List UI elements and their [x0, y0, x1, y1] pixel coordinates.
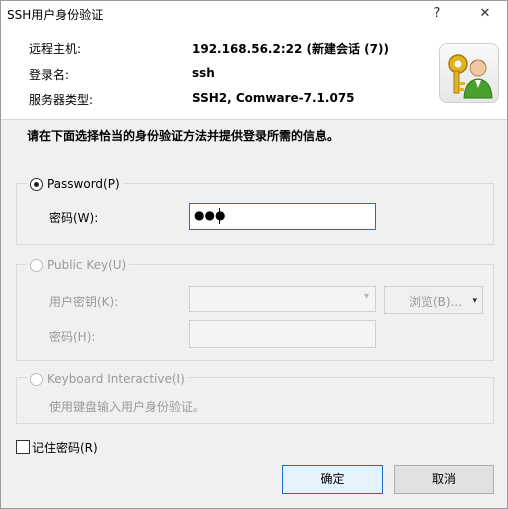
- user-key-label: 用户密钥(K):: [49, 295, 119, 309]
- dropdown-arrow-icon: ▾: [472, 296, 477, 306]
- password-field-label: 密码(W):: [49, 211, 99, 225]
- user-key-select[interactable]: ▾: [189, 286, 376, 312]
- ssh-auth-dialog: SSH用户身份验证 ? ✕ 远程主机: 192.168.56.2:22 (新建会…: [0, 0, 508, 509]
- remember-password-checkbox[interactable]: [16, 440, 30, 454]
- text-caret: [219, 208, 220, 224]
- server-type-value: SSH2, Comware-7.1.075: [192, 91, 355, 105]
- window-title: SSH用户身份验证: [7, 8, 104, 22]
- login-name-label: 登录名:: [29, 68, 70, 82]
- passphrase-input[interactable]: [189, 320, 376, 348]
- keyboard-interactive-description: 使用键盘输入用户身份验证。: [49, 400, 206, 414]
- cancel-button[interactable]: 取消: [394, 465, 494, 494]
- password-masked-value: ●●●: [194, 208, 226, 222]
- server-type-label: 服务器类型:: [29, 93, 94, 107]
- title-bar: SSH用户身份验证 ? ✕: [1, 1, 507, 27]
- login-name-value: ssh: [192, 66, 215, 80]
- password-radio-indicator[interactable]: [30, 177, 43, 191]
- public-key-radio-indicator[interactable]: [30, 258, 43, 272]
- browse-button-label: 浏览(B)...: [409, 295, 463, 309]
- user-key-icon: [439, 43, 499, 103]
- keyboard-interactive-radio[interactable]: Keyboard Interactive(I): [27, 372, 188, 386]
- remote-host-label: 远程主机:: [29, 42, 82, 56]
- password-radio[interactable]: Password(P): [27, 177, 123, 191]
- remote-host-value: 192.168.56.2:22 (新建会话 (7)): [192, 42, 389, 56]
- password-radio-label: Password(P): [47, 177, 120, 191]
- public-key-radio-label: Public Key(U): [47, 258, 127, 272]
- keyboard-interactive-radio-label: Keyboard Interactive(I): [47, 372, 185, 386]
- browse-button[interactable]: 浏览(B)... ▾: [384, 286, 483, 314]
- keyboard-interactive-radio-indicator[interactable]: [30, 372, 43, 386]
- remember-password-label[interactable]: 记住密码(R): [32, 439, 98, 456]
- connection-info-header: 远程主机: 192.168.56.2:22 (新建会话 (7)) 登录名: ss…: [1, 27, 507, 120]
- close-button[interactable]: ✕: [463, 1, 507, 27]
- password-input[interactable]: ●●●: [189, 203, 376, 230]
- chevron-down-icon: ▾: [363, 291, 369, 302]
- ok-button[interactable]: 确定: [282, 465, 383, 494]
- public-key-radio[interactable]: Public Key(U): [27, 258, 130, 272]
- instruction-text: 请在下面选择恰当的身份验证方法并提供登录所需的信息。: [27, 129, 340, 143]
- help-button[interactable]: ?: [415, 1, 459, 27]
- passphrase-label: 密码(H):: [49, 330, 96, 344]
